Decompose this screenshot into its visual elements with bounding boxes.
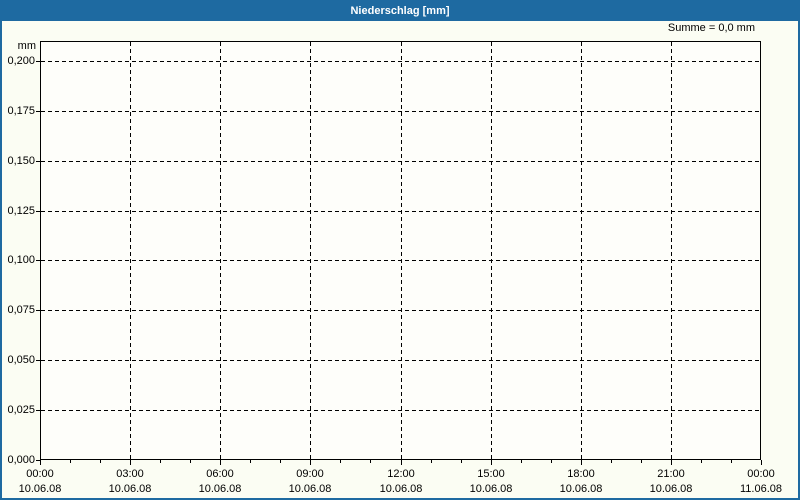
x-tick-date-label: 10.06.08: [288, 483, 332, 495]
x-axis-minor-tick: [551, 460, 552, 463]
x-tick-time-label: 21:00: [657, 468, 685, 480]
y-tick-label: 0,100: [7, 254, 35, 266]
y-tick-label: 0,200: [7, 55, 35, 67]
x-axis-major-tick: [581, 460, 582, 465]
x-axis-minor-tick: [250, 460, 251, 463]
y-axis-unit-label: mm: [17, 40, 36, 52]
y-tick-label: 0,125: [7, 205, 35, 217]
x-axis-minor-tick: [641, 460, 642, 463]
y-tick-label: 0,025: [7, 404, 35, 416]
x-tick-date-label: 11.06.08: [739, 483, 782, 495]
window-titlebar: Niederschlag [mm]: [0, 0, 800, 21]
x-axis-major-tick: [220, 460, 221, 465]
x-tick-date-label: 10.06.08: [469, 483, 513, 495]
x-tick-time-label: 09:00: [296, 468, 324, 480]
x-axis-minor-tick: [280, 460, 281, 463]
x-axis-major-tick: [401, 460, 402, 465]
x-tick-date-label: 10.06.08: [198, 483, 242, 495]
x-axis-major-tick: [40, 460, 41, 465]
x-tick-time-label: 18:00: [567, 468, 595, 480]
x-gridline: [130, 42, 131, 459]
y-axis-tick: [36, 111, 40, 112]
x-gridline: [671, 42, 672, 459]
x-axis-major-tick: [761, 460, 762, 465]
chart-window: Niederschlag [mm] Summe = 0,0 mm mm 0,00…: [0, 0, 800, 500]
y-tick-label: 0,175: [7, 105, 35, 117]
x-gridline: [310, 42, 311, 459]
x-axis-minor-tick: [461, 460, 462, 463]
y-axis-tick: [36, 410, 40, 411]
x-axis-major-tick: [310, 460, 311, 465]
x-axis-major-tick: [130, 460, 131, 465]
y-axis-tick: [36, 360, 40, 361]
x-gridline: [401, 42, 402, 459]
x-axis-minor-tick: [731, 460, 732, 463]
x-gridline: [491, 42, 492, 459]
x-axis-major-tick: [671, 460, 672, 465]
y-tick-label: 0,075: [7, 304, 35, 316]
y-axis-tick: [36, 260, 40, 261]
x-gridline: [581, 42, 582, 459]
x-axis-minor-tick: [701, 460, 702, 463]
x-axis-minor-tick: [431, 460, 432, 463]
sum-annotation: Summe = 0,0 mm: [667, 22, 755, 34]
x-axis-minor-tick: [160, 460, 161, 463]
y-tick-label: 0,050: [7, 354, 35, 366]
x-tick-date-label: 10.06.08: [379, 483, 423, 495]
y-tick-label: 0,150: [7, 155, 35, 167]
x-tick-time-label: 15:00: [477, 468, 505, 480]
y-axis-tick: [36, 161, 40, 162]
x-tick-time-label: 12:00: [387, 468, 415, 480]
x-tick-time-label: 00:00: [26, 468, 54, 480]
x-axis-minor-tick: [190, 460, 191, 463]
x-tick-date-label: 10.06.08: [18, 483, 62, 495]
x-axis-minor-tick: [611, 460, 612, 463]
x-tick-time-label: 03:00: [116, 468, 144, 480]
x-tick-date-label: 10.06.08: [649, 483, 693, 495]
y-axis-tick: [36, 61, 40, 62]
y-axis-tick: [36, 211, 40, 212]
y-axis-tick: [36, 310, 40, 311]
x-axis-minor-tick: [100, 460, 101, 463]
x-axis-major-tick: [491, 460, 492, 465]
x-axis-minor-tick: [370, 460, 371, 463]
x-axis-minor-tick: [70, 460, 71, 463]
x-tick-date-label: 10.06.08: [559, 483, 603, 495]
y-tick-label: 0,000: [7, 454, 35, 466]
x-axis-minor-tick: [340, 460, 341, 463]
x-axis-minor-tick: [521, 460, 522, 463]
x-tick-time-label: 00:00: [747, 468, 775, 480]
x-tick-time-label: 06:00: [206, 468, 234, 480]
x-tick-date-label: 10.06.08: [108, 483, 152, 495]
x-gridline: [220, 42, 221, 459]
chart-title: Niederschlag [mm]: [350, 4, 450, 17]
